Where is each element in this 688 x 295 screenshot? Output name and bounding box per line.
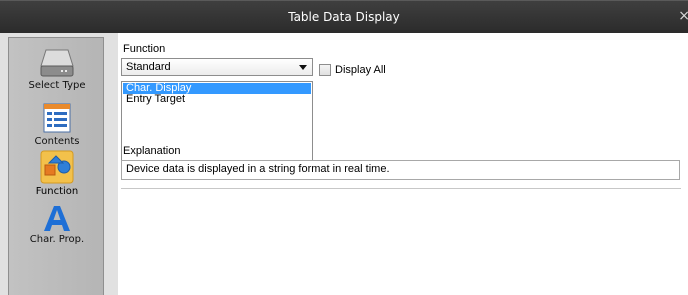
divider bbox=[121, 188, 681, 189]
window-title: Table Data Display bbox=[288, 10, 400, 24]
sidebar-item-contents[interactable]: Contents bbox=[9, 102, 105, 147]
sidebar-item-label: Char. Prop. bbox=[29, 234, 85, 245]
sidebar-item-label: Contents bbox=[34, 136, 80, 147]
drive-icon bbox=[40, 49, 74, 77]
close-icon[interactable]: × bbox=[678, 8, 688, 24]
sidebar-item-char-prop[interactable]: Char. Prop. bbox=[9, 204, 105, 245]
function-select-value: Standard bbox=[126, 61, 171, 73]
title-bar: Table Data Display × bbox=[0, 0, 688, 33]
sidebar-item-label: Function bbox=[35, 186, 79, 197]
function-select[interactable]: Standard bbox=[121, 58, 313, 76]
function-label: Function bbox=[123, 43, 166, 55]
display-all-label: Display All bbox=[335, 64, 386, 76]
list-item[interactable]: Entry Target bbox=[123, 94, 311, 105]
sidebar-item-function[interactable]: Function bbox=[9, 150, 105, 197]
shapes-icon bbox=[40, 150, 74, 184]
letter-a-icon bbox=[44, 206, 70, 231]
sidebar-item-select-type[interactable]: Select Type bbox=[9, 48, 105, 91]
sidebar-item-label: Select Type bbox=[28, 80, 86, 91]
list-icon bbox=[43, 103, 71, 133]
display-all-toggle[interactable]: Display All bbox=[319, 64, 386, 76]
display-all-checkbox[interactable] bbox=[319, 64, 331, 76]
explanation-text: Device data is displayed in a string for… bbox=[121, 160, 680, 180]
main-panel: Function Standard Display All Char. Disp… bbox=[118, 33, 688, 295]
sidebar: Select Type Contents Function Char. Prop… bbox=[8, 37, 104, 295]
explanation-label: Explanation bbox=[123, 145, 181, 157]
chevron-down-icon bbox=[299, 65, 307, 70]
